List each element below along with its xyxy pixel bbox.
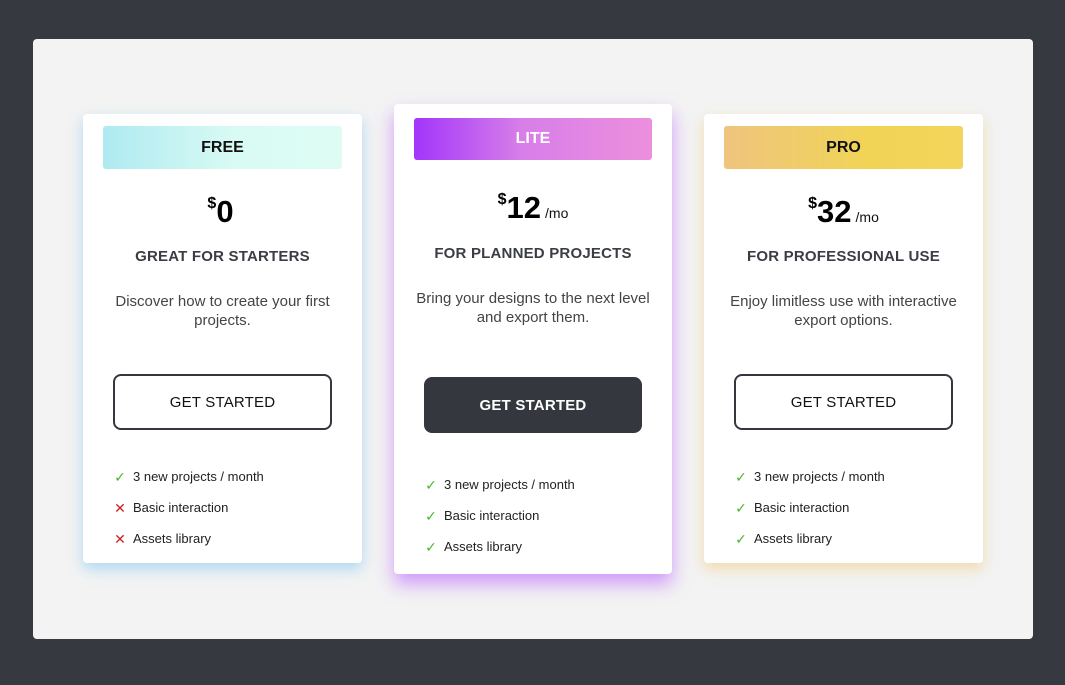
cross-icon: ✕	[114, 530, 126, 547]
price-amount: 32	[817, 194, 852, 229]
get-started-button-free[interactable]: GET STARTED	[113, 374, 332, 430]
feature-label: 3 new projects / month	[754, 469, 885, 484]
price-free: $0	[83, 194, 362, 230]
check-icon: ✓	[735, 530, 747, 547]
feature-item: ✓ 3 new projects / month	[113, 461, 352, 492]
get-started-button-pro[interactable]: GET STARTED	[734, 374, 953, 430]
check-icon: ✓	[425, 538, 437, 555]
check-icon: ✓	[735, 468, 747, 485]
feature-list-free: ✓ 3 new projects / month ✕ Basic interacti…	[113, 461, 352, 554]
price-currency: $	[207, 195, 217, 212]
feature-item: ✓ Assets library	[424, 531, 662, 562]
feature-list-pro: ✓ 3 new projects / month ✓ Basic interacti…	[734, 461, 973, 554]
plan-headline-pro: FOR PROFESSIONAL USE	[747, 248, 940, 265]
pricing-panel: FREE $0 GREAT FOR STARTERS Discover how …	[33, 39, 1033, 639]
tier-badge-free: FREE	[103, 126, 342, 169]
feature-item: ✕ Assets library	[113, 523, 352, 554]
tier-badge-lite: LITE	[414, 118, 652, 160]
price-pro: $32/mo	[704, 194, 983, 230]
feature-item: ✓ Assets library	[734, 523, 973, 554]
feature-item: ✕ Basic interaction	[113, 492, 352, 523]
feature-item: ✓ 3 new projects / month	[734, 461, 973, 492]
price-currency: $	[808, 195, 818, 212]
feature-label: Assets library	[444, 539, 523, 554]
feature-label: Basic interaction	[133, 500, 229, 515]
pricing-card-free: FREE $0 GREAT FOR STARTERS Discover how …	[83, 114, 362, 563]
price-lite: $12/mo	[394, 190, 672, 226]
feature-item: ✓ 3 new projects / month	[424, 469, 662, 500]
feature-label: Basic interaction	[444, 508, 540, 523]
plan-description-lite: Bring your designs to the next level and…	[416, 290, 650, 326]
price-amount: 12	[506, 190, 542, 225]
plan-description-pro: Enjoy limitless use with interactive exp…	[730, 293, 957, 329]
check-icon: ✓	[735, 499, 747, 516]
feature-label: Assets library	[133, 531, 212, 546]
check-icon: ✓	[114, 468, 126, 485]
feature-label: Basic interaction	[754, 500, 850, 515]
feature-item: ✓ Basic interaction	[424, 500, 662, 531]
check-icon: ✓	[425, 476, 437, 493]
price-period: /mo	[855, 209, 879, 225]
feature-item: ✓ Basic interaction	[734, 492, 973, 523]
price-period: /mo	[545, 205, 569, 221]
price-amount: 0	[216, 194, 234, 229]
feature-label: 3 new projects / month	[133, 469, 264, 484]
price-currency: $	[497, 191, 507, 208]
get-started-button-lite[interactable]: GET STARTED	[424, 377, 642, 433]
pricing-card-pro: PRO $32/mo FOR PROFESSIONAL USE Enjoy li…	[704, 114, 983, 563]
tier-badge-pro: PRO	[724, 126, 963, 169]
feature-label: 3 new projects / month	[444, 477, 575, 492]
plan-headline-lite: FOR PLANNED PROJECTS	[434, 245, 632, 262]
pricing-card-lite: LITE $12/mo FOR PLANNED PROJECTS Bring y…	[394, 104, 672, 574]
cross-icon: ✕	[114, 499, 126, 516]
check-icon: ✓	[425, 507, 437, 524]
feature-list-lite: ✓ 3 new projects / month ✓ Basic interacti…	[424, 469, 662, 562]
plan-headline-free: GREAT FOR STARTERS	[135, 248, 310, 265]
plan-description-free: Discover how to create your first projec…	[115, 293, 330, 329]
feature-label: Assets library	[754, 531, 833, 546]
